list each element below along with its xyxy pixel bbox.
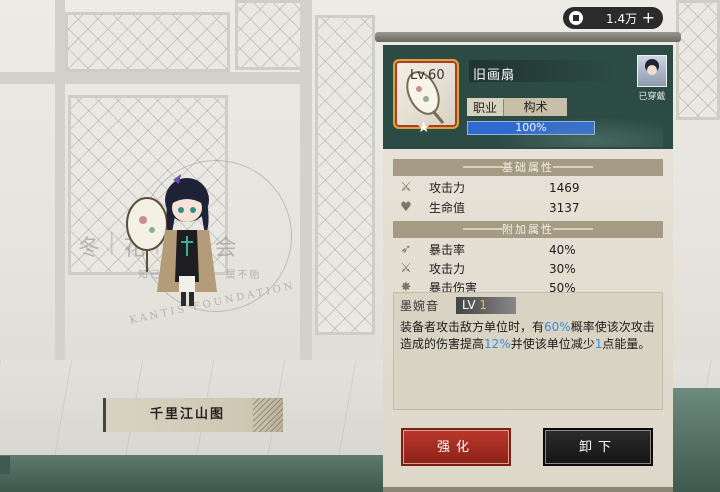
equipment-header: Lv.60 ★ 旧画扇 职业 构术 100% 已穿戴 [383,45,673,149]
currency-amount: 1.4万 [606,11,638,26]
attribute-value: 3137 [549,200,580,215]
attribute-name: 暴击率 [429,243,466,257]
progress-text: 100% [515,121,547,134]
coin-icon [569,11,583,25]
equipment-name: 旧画扇 [473,68,516,83]
attribute-value: 40% [549,242,576,257]
attribute-row: ➶ 暴击率 40% [397,240,659,259]
lattice-window [676,0,720,120]
attribute-name: 生命值 [429,201,466,215]
unequip-button[interactable]: 卸下 [545,430,651,464]
attribute-row: ⚔ 攻击力 1469 [397,178,659,197]
star-icon: ★ [417,118,431,136]
skill-name: 墨婉音 [400,299,440,313]
equipment-progress-bar: 100% [467,121,595,135]
crit-rate-icon: ➶ [400,241,412,257]
chibi-character[interactable] [125,172,230,312]
wooden-beam [0,72,300,84]
lattice-screen [315,15,375,335]
attribute-name: 攻击力 [429,262,466,276]
crossed-swords-icon: ⚔ [400,179,412,195]
class-value: 构术 [504,98,567,116]
corner-tab-icon[interactable] [0,456,10,474]
avatar [637,55,667,87]
crossed-swords-icon: ⚔ [400,260,412,276]
attribute-name: 攻击力 [429,181,466,195]
basic-attributes-title: 基础属性 [393,159,663,176]
attribute-row: ⚔ 攻击力 30% [397,259,659,278]
skill-box: 墨婉音 LV 1 装备者攻击敌方单位时，有60%概率使该次攻击造成的伤害提高12… [393,292,663,410]
equipped-label: 已穿戴 [638,92,666,102]
attribute-row: ♥ 生命值 3137 [397,198,659,217]
heart-icon: ♥ [400,199,412,215]
wooden-pillar [55,0,65,360]
skill-level-badge: LV 1 [456,297,516,314]
add-currency-button[interactable]: + [642,8,655,27]
attributes-body: 基础属性 ⚔ 攻击力 1469 ♥ 生命值 3137 附加属性 ➶ 暴击率 40… [383,149,673,492]
lattice-window [65,12,230,72]
attribute-value: 1469 [549,180,580,195]
class-label: 职业 [467,98,504,116]
lattice-window [235,0,305,70]
fan-prop [126,197,168,272]
skill-level-value: 1 [479,298,488,312]
skill-level-prefix: LV [462,298,476,312]
currency-counter: 1.4万 + [563,7,663,29]
attribute-value: 30% [549,261,576,276]
location-scroll-label[interactable]: 千里江山图 [103,398,283,432]
equipment-detail-panel: Lv.60 ★ 旧画扇 职业 构术 100% 已穿戴 基础属性 ⚔ 攻击力 14… [383,37,673,492]
skill-description: 装备者攻击敌方单位时，有60%概率使该次攻击造成的伤害提高12%并使该单位减少1… [400,320,655,351]
equipment-class: 职业 构术 [467,98,567,116]
extra-attributes-title: 附加属性 [393,221,663,238]
equipped-character[interactable]: 已穿戴 [637,55,667,103]
panel-bottom-rod [383,487,673,492]
strengthen-button[interactable]: 强化 [403,430,509,464]
equipment-level: Lv.60 [410,68,445,83]
